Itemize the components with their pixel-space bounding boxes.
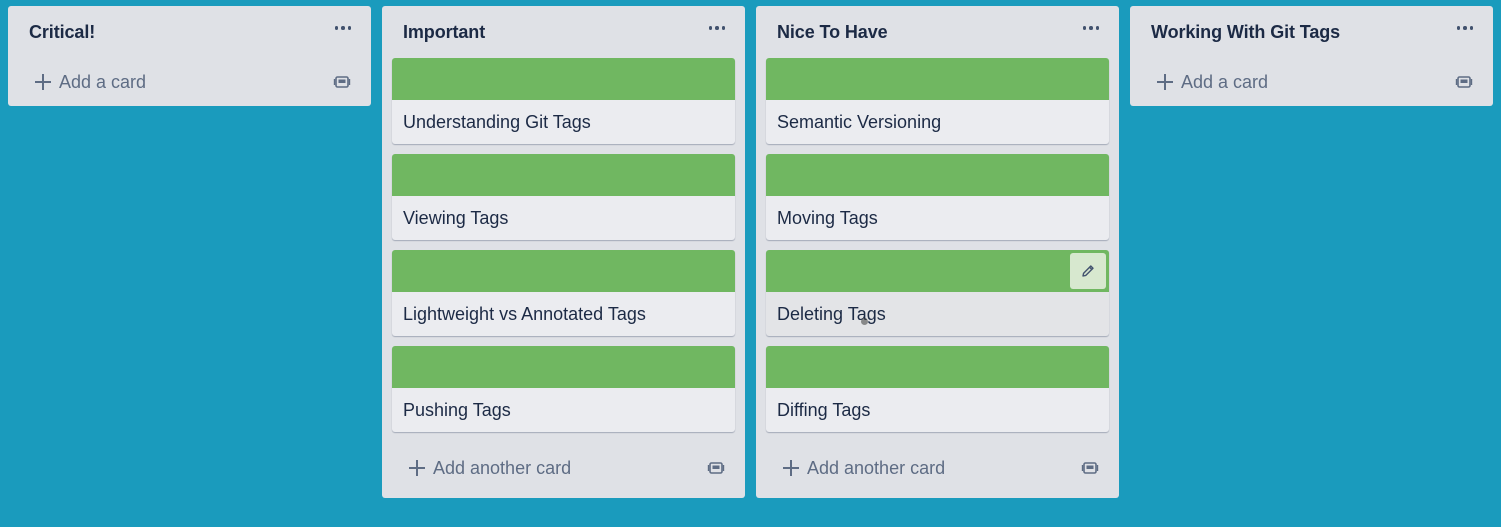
add-card-button[interactable]: Add a card: [34, 58, 146, 106]
card-cover: [392, 58, 735, 100]
add-card-label: Add another card: [807, 457, 946, 478]
list-critical: Critical! Add a card: [8, 6, 371, 106]
add-card-row: Add a card: [1130, 58, 1493, 106]
card-template-icon[interactable]: [707, 459, 725, 477]
card[interactable]: Pushing Tags: [392, 346, 735, 432]
card-cover: [766, 154, 1109, 196]
add-card-label: Add a card: [59, 71, 147, 92]
pencil-icon: [1082, 265, 1094, 277]
card[interactable]: Understanding Git Tags: [392, 58, 735, 144]
add-card-row: Add another card: [382, 442, 745, 498]
list-menu-icon[interactable]: [1451, 18, 1479, 38]
list-title[interactable]: Important: [403, 22, 485, 43]
plus-icon: [408, 459, 426, 477]
card[interactable]: Lightweight vs Annotated Tags: [392, 250, 735, 336]
mouse-cursor: [861, 318, 868, 325]
add-card-label: Add a card: [1181, 71, 1269, 92]
card-title: Moving Tags: [777, 208, 878, 228]
list-title[interactable]: Nice To Have: [777, 22, 888, 43]
edit-card-button[interactable]: [1070, 253, 1106, 289]
card-title: Understanding Git Tags: [403, 112, 591, 132]
card-template-icon[interactable]: [1081, 459, 1099, 477]
card-template-icon[interactable]: [1455, 73, 1473, 91]
add-card-button[interactable]: Add another card: [782, 442, 945, 494]
plus-icon: [1156, 73, 1174, 91]
card-title: Viewing Tags: [403, 208, 509, 228]
card[interactable]: Viewing Tags: [392, 154, 735, 240]
list-header: Working With Git Tags: [1130, 6, 1493, 58]
card-cover: [392, 250, 735, 292]
card-title: Semantic Versioning: [777, 112, 942, 132]
card-template-icon[interactable]: [333, 73, 351, 91]
list-header: Critical!: [8, 6, 371, 58]
card-title: Diffing Tags: [777, 400, 871, 420]
card-cover: [766, 58, 1109, 100]
card-title: Lightweight vs Annotated Tags: [403, 304, 646, 324]
board: Critical! Add a card Important Understan…: [0, 0, 1501, 527]
plus-icon: [34, 73, 52, 91]
card-title: Pushing Tags: [403, 400, 511, 420]
card-cover: [392, 154, 735, 196]
plus-icon: [782, 459, 800, 477]
card-cover: [766, 346, 1109, 388]
card[interactable]: Diffing Tags: [766, 346, 1109, 432]
list-important: Important Understanding Git Tags Viewing…: [382, 6, 745, 498]
list-working-with-git-tags: Working With Git Tags Add a card: [1130, 6, 1493, 106]
card[interactable]: Moving Tags: [766, 154, 1109, 240]
add-card-label: Add another card: [433, 457, 572, 478]
card-title: Deleting Tags: [777, 304, 886, 324]
add-card-row: Add another card: [756, 442, 1119, 498]
list-title[interactable]: Working With Git Tags: [1151, 22, 1340, 43]
list-header: Nice To Have: [756, 6, 1119, 58]
card-hovered[interactable]: Deleting Tags: [766, 250, 1109, 336]
add-card-button[interactable]: Add another card: [408, 442, 571, 494]
list-nice-to-have: Nice To Have Semantic Versioning Moving …: [756, 6, 1119, 498]
list-header: Important: [382, 6, 745, 58]
add-card-row: Add a card: [8, 58, 371, 106]
card-cover: [766, 250, 1109, 292]
list-menu-icon[interactable]: [329, 18, 357, 38]
add-card-button[interactable]: Add a card: [1156, 58, 1268, 106]
list-menu-icon[interactable]: [1077, 18, 1105, 38]
list-menu-icon[interactable]: [703, 18, 731, 38]
card[interactable]: Semantic Versioning: [766, 58, 1109, 144]
card-cover: [392, 346, 735, 388]
list-title[interactable]: Critical!: [29, 22, 95, 43]
